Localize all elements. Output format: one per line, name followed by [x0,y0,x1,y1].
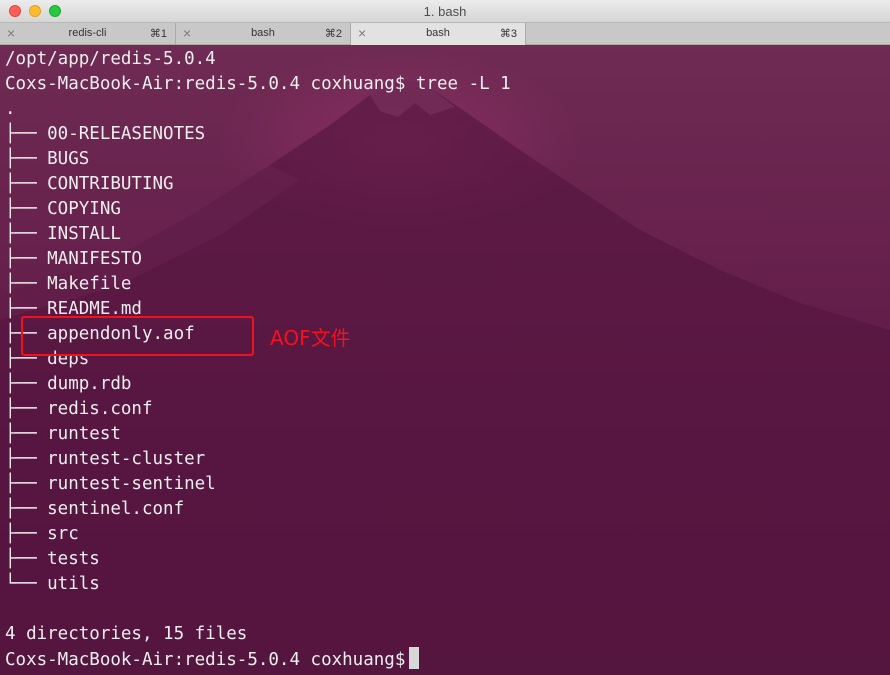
tree-summary: 4 directories, 15 files [5,624,248,644]
tree-entry: ├── sentinel.conf [5,499,185,519]
title-bar: 1. bash [0,0,890,22]
tab-shortcut: ⌘2 [324,28,342,40]
tree-entry: └── utils [5,574,100,594]
terminal-output: /opt/app/redis-5.0.4 Coxs-MacBook-Air:red… [5,47,511,672]
tree-entry: ├── COPYING [5,199,121,219]
prompt-line[interactable]: Coxs-MacBook-Air:redis-5.0.4 coxhuang$ [5,647,511,672]
tree-entry: ├── runtest [5,424,121,444]
tree-entry: ├── runtest-sentinel [5,474,216,494]
shell-prompt: Coxs-MacBook-Air:redis-5.0.4 coxhuang$ [5,650,406,670]
tab-bar: × redis-cli ⌘1 × bash ⌘2 × bash ⌘3 [0,22,890,45]
terminal-window: 1. bash × redis-cli ⌘1 × bash ⌘2 × bash … [0,0,890,675]
annotation-label: AOF文件 [270,326,351,350]
tree-entry: ├── redis.conf [5,399,153,419]
tab-bash-2[interactable]: × bash ⌘2 [176,23,351,45]
tab-label: redis-cli [68,27,107,39]
tab-shortcut: ⌘3 [499,28,517,40]
tab-bash-3[interactable]: × bash ⌘3 [351,23,526,45]
tab-redis-cli[interactable]: × redis-cli ⌘1 [0,23,176,45]
tree-entry: ├── runtest-cluster [5,449,206,469]
tree-entry: ├── BUGS [5,149,90,169]
tree-entry: ├── Makefile [5,274,132,294]
tree-entry: ├── src [5,524,79,544]
tree-entry: ├── MANIFESTO [5,249,142,269]
tree-entry: ├── tests [5,549,100,569]
tree-entry: ├── CONTRIBUTING [5,174,174,194]
highlight-box [21,316,254,356]
text-cursor [409,647,420,669]
output-line-cwd: /opt/app/redis-5.0.4 [5,49,216,69]
output-line-command: Coxs-MacBook-Air:redis-5.0.4 coxhuang$ t… [5,74,511,94]
output-line-tree-root: . [5,99,16,119]
tab-shortcut: ⌘1 [149,28,167,40]
tree-entry: ├── dump.rdb [5,374,132,394]
tree-entry: ├── INSTALL [5,224,121,244]
window-title: 1. bash [423,4,467,19]
terminal-area[interactable]: /opt/app/redis-5.0.4 Coxs-MacBook-Air:red… [0,45,890,675]
tree-entry: ├── 00-RELEASENOTES [5,124,206,144]
